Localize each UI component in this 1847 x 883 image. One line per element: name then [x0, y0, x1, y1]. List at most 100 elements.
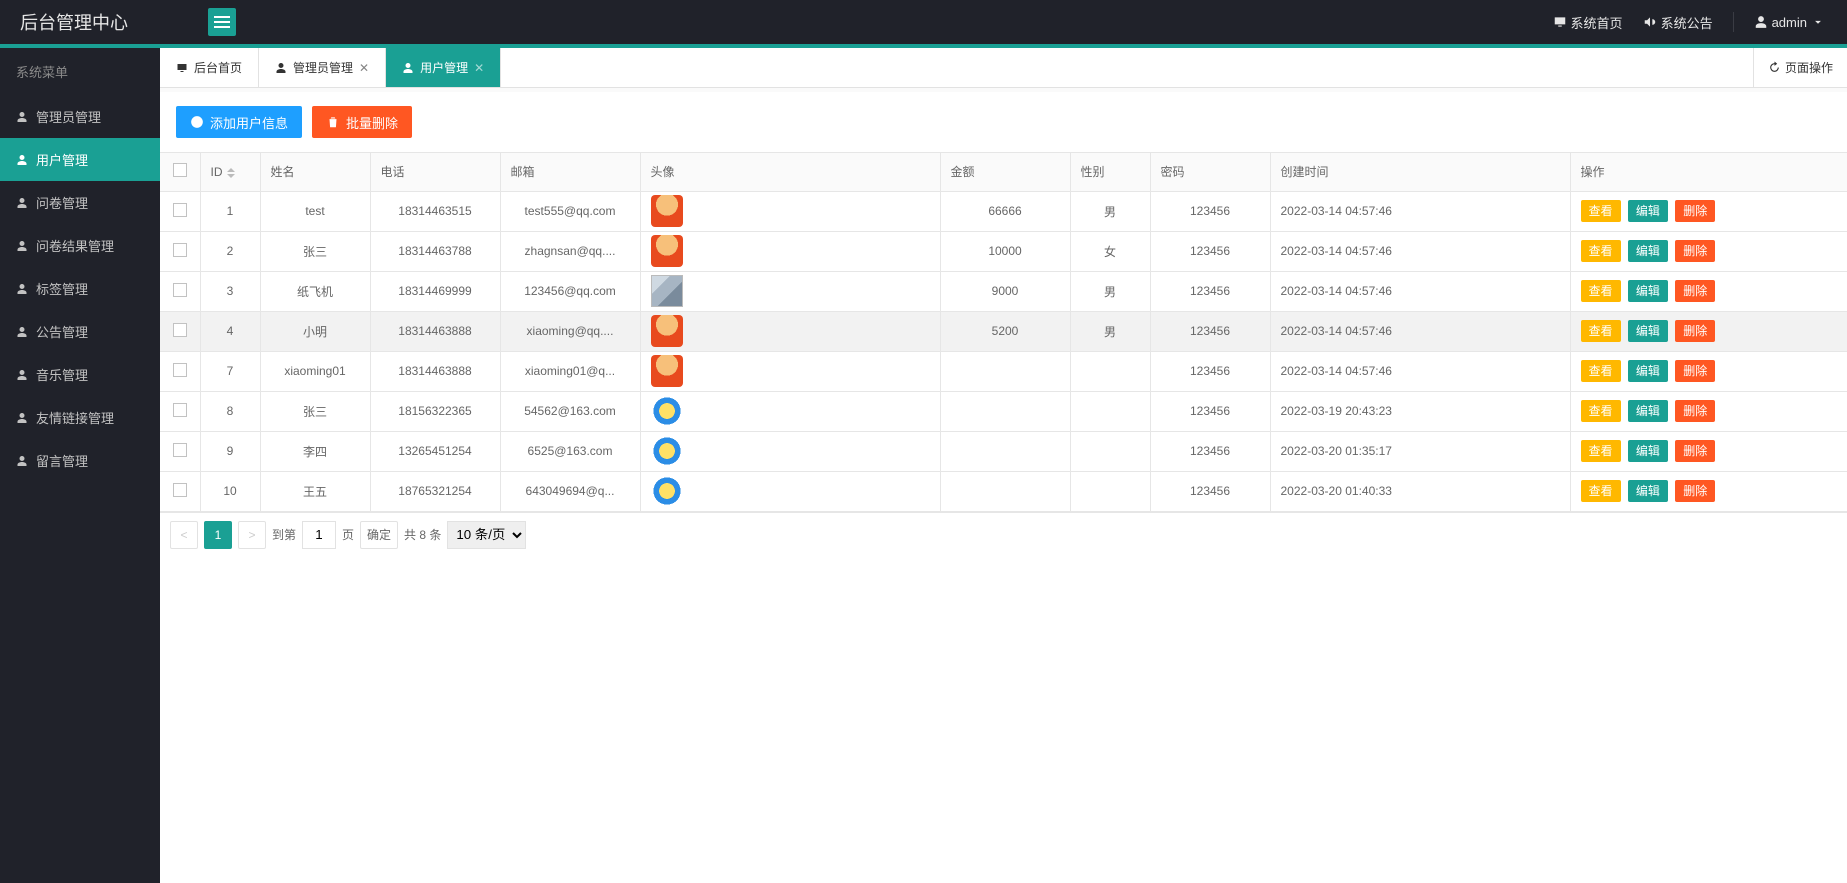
- user-icon: [1754, 15, 1768, 29]
- view-button[interactable]: 查看: [1581, 480, 1621, 502]
- cell-id: 10: [200, 471, 260, 511]
- table-row: 3 纸飞机 18314469999 123456@qq.com 9000 男 1…: [160, 271, 1847, 311]
- tab[interactable]: 用户管理 ✕: [386, 48, 501, 87]
- sidebar-item-label: 音乐管理: [36, 365, 88, 384]
- view-button[interactable]: 查看: [1581, 400, 1621, 422]
- delete-button[interactable]: 删除: [1675, 360, 1715, 382]
- row-checkbox[interactable]: [173, 403, 187, 417]
- cell-avatar: [640, 191, 940, 231]
- plus-circle-icon: [190, 115, 204, 129]
- delete-button[interactable]: 删除: [1675, 480, 1715, 502]
- cell-amount: [940, 391, 1070, 431]
- row-checkbox[interactable]: [173, 363, 187, 377]
- cell-email: 6525@163.com: [500, 431, 640, 471]
- row-checkbox[interactable]: [173, 323, 187, 337]
- add-user-button[interactable]: 添加用户信息: [176, 106, 302, 138]
- page-jump-input[interactable]: [302, 521, 336, 549]
- cell-name: test: [260, 191, 370, 231]
- edit-button[interactable]: 编辑: [1628, 280, 1668, 302]
- cell-avatar: [640, 351, 940, 391]
- cell-gender: 女: [1070, 231, 1150, 271]
- row-checkbox[interactable]: [173, 243, 187, 257]
- delete-button[interactable]: 删除: [1675, 320, 1715, 342]
- delete-button[interactable]: 删除: [1675, 440, 1715, 462]
- select-all-checkbox[interactable]: [173, 163, 187, 177]
- delete-button[interactable]: 删除: [1675, 240, 1715, 262]
- page-number[interactable]: 1: [204, 521, 232, 549]
- sidebar-item[interactable]: 管理员管理: [0, 95, 160, 138]
- batch-delete-button[interactable]: 批量删除: [312, 106, 412, 138]
- view-button[interactable]: 查看: [1581, 280, 1621, 302]
- sidebar-item[interactable]: 问卷结果管理: [0, 224, 160, 267]
- user-icon: [16, 412, 28, 424]
- edit-button[interactable]: 编辑: [1628, 400, 1668, 422]
- close-icon[interactable]: ✕: [474, 61, 484, 75]
- user-icon: [275, 62, 287, 74]
- edit-button[interactable]: 编辑: [1628, 200, 1668, 222]
- close-icon[interactable]: ✕: [359, 61, 369, 75]
- view-button[interactable]: 查看: [1581, 200, 1621, 222]
- row-checkbox[interactable]: [173, 283, 187, 297]
- tab[interactable]: 后台首页: [160, 48, 259, 87]
- cell-password: 123456: [1150, 391, 1270, 431]
- tab-label: 用户管理: [420, 59, 468, 76]
- sidebar-item[interactable]: 公告管理: [0, 310, 160, 353]
- sidebar-item[interactable]: 问卷管理: [0, 181, 160, 224]
- cell-amount: 10000: [940, 231, 1070, 271]
- cell-phone: 13265451254: [370, 431, 500, 471]
- edit-button[interactable]: 编辑: [1628, 360, 1668, 382]
- row-checkbox[interactable]: [173, 483, 187, 497]
- cell-ops: 查看 编辑 删除: [1570, 231, 1847, 271]
- cell-email: 54562@163.com: [500, 391, 640, 431]
- header-link-home[interactable]: 系统首页: [1553, 13, 1623, 32]
- cell-password: 123456: [1150, 471, 1270, 511]
- cell-phone: 18314463515: [370, 191, 500, 231]
- avatar: [651, 395, 683, 427]
- chevron-down-icon: [1811, 15, 1825, 29]
- app-title: 后台管理中心: [0, 9, 200, 35]
- sidebar-item[interactable]: 音乐管理: [0, 353, 160, 396]
- view-button[interactable]: 查看: [1581, 360, 1621, 382]
- menu-toggle-button[interactable]: [208, 8, 236, 36]
- sidebar-item[interactable]: 留言管理: [0, 439, 160, 482]
- view-button[interactable]: 查看: [1581, 440, 1621, 462]
- edit-button[interactable]: 编辑: [1628, 240, 1668, 262]
- page-size-select[interactable]: 10 条/页: [447, 521, 526, 549]
- cell-created: 2022-03-14 04:57:46: [1270, 271, 1570, 311]
- cell-ops: 查看 编辑 删除: [1570, 271, 1847, 311]
- cell-gender: [1070, 351, 1150, 391]
- cell-password: 123456: [1150, 351, 1270, 391]
- edit-button[interactable]: 编辑: [1628, 440, 1668, 462]
- sort-icon: [227, 168, 235, 178]
- toolbar: 添加用户信息 批量删除: [160, 88, 1847, 152]
- view-button[interactable]: 查看: [1581, 240, 1621, 262]
- page-jump-confirm[interactable]: 确定: [360, 521, 398, 549]
- avatar: [651, 315, 683, 347]
- cell-avatar: [640, 311, 940, 351]
- delete-button[interactable]: 删除: [1675, 400, 1715, 422]
- header-link-notice[interactable]: 系统公告: [1643, 13, 1713, 32]
- delete-button[interactable]: 删除: [1675, 280, 1715, 302]
- edit-button[interactable]: 编辑: [1628, 320, 1668, 342]
- sidebar: 系统菜单 管理员管理用户管理问卷管理问卷结果管理标签管理公告管理音乐管理友情链接…: [0, 48, 160, 883]
- cell-avatar: [640, 231, 940, 271]
- page-prev-button[interactable]: <: [170, 521, 198, 549]
- row-checkbox[interactable]: [173, 443, 187, 457]
- page-operations-button[interactable]: 页面操作: [1753, 48, 1847, 87]
- view-button[interactable]: 查看: [1581, 320, 1621, 342]
- sidebar-item[interactable]: 用户管理: [0, 138, 160, 181]
- user-icon: [16, 111, 28, 123]
- page-next-button[interactable]: >: [238, 521, 266, 549]
- col-created: 创建时间: [1270, 153, 1570, 191]
- cell-password: 123456: [1150, 271, 1270, 311]
- doc-icon: [16, 197, 28, 209]
- header-user-menu[interactable]: admin: [1754, 15, 1825, 30]
- sidebar-item[interactable]: 友情链接管理: [0, 396, 160, 439]
- edit-button[interactable]: 编辑: [1628, 480, 1668, 502]
- sidebar-item[interactable]: 标签管理: [0, 267, 160, 310]
- tab[interactable]: 管理员管理✕: [259, 48, 386, 87]
- col-id[interactable]: ID: [200, 153, 260, 191]
- row-checkbox[interactable]: [173, 203, 187, 217]
- table-row: 1 test 18314463515 test555@qq.com 66666 …: [160, 191, 1847, 231]
- delete-button[interactable]: 删除: [1675, 200, 1715, 222]
